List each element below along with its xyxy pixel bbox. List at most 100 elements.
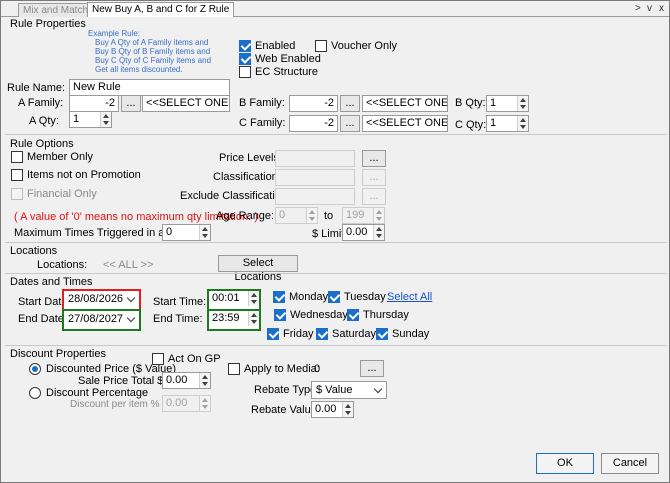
close-icon[interactable]: x bbox=[659, 3, 664, 14]
age-to-stepper[interactable]: 199 bbox=[342, 207, 385, 224]
sunday-label: Sunday bbox=[392, 328, 430, 340]
wednesday-label: Wednesday bbox=[290, 309, 348, 321]
exclude-classifications-input[interactable] bbox=[275, 188, 355, 205]
limit-stepper[interactable]: 0.00 bbox=[342, 224, 385, 241]
end-time-value: 23:59 bbox=[212, 312, 240, 324]
web-enabled-label: Web Enabled bbox=[255, 53, 321, 65]
a-qty-stepper[interactable]: 1 bbox=[69, 111, 112, 128]
ec-structure-checkbox[interactable] bbox=[239, 66, 251, 78]
select-all-link[interactable]: Select All bbox=[387, 291, 432, 303]
tuesday-checkbox[interactable] bbox=[328, 291, 340, 303]
items-not-on-promotion-checkbox[interactable] bbox=[11, 169, 23, 181]
classifications-browse-button[interactable]: ... bbox=[362, 169, 386, 186]
age-from-value: 0 bbox=[279, 209, 286, 221]
b-qty-stepper[interactable]: 1 bbox=[486, 95, 529, 112]
voucher-only-label: Voucher Only bbox=[331, 40, 398, 52]
spin-arrows-icon[interactable] bbox=[373, 225, 384, 240]
spin-arrows-icon[interactable] bbox=[199, 373, 210, 388]
b-family-browse-button[interactable]: ... bbox=[340, 95, 360, 112]
monday-checkbox[interactable] bbox=[273, 291, 285, 303]
sale-price-total-label: Sale Price Total $ bbox=[78, 375, 164, 387]
a-family-code-input[interactable]: -2 bbox=[69, 95, 119, 112]
spin-arrows-icon[interactable] bbox=[248, 311, 259, 326]
section-locations: Locations bbox=[10, 245, 58, 257]
spin-arrows-icon[interactable] bbox=[342, 402, 353, 417]
c-family-code-input[interactable]: -2 bbox=[289, 115, 338, 132]
sunday-checkbox[interactable] bbox=[376, 328, 388, 340]
monday-label: Monday bbox=[289, 291, 329, 303]
tuesday-label: Tuesday bbox=[344, 291, 386, 303]
enabled-checkbox[interactable] bbox=[239, 40, 251, 52]
max-times-stepper[interactable]: 0 bbox=[162, 224, 211, 241]
c-family-select[interactable]: <<SELECT ONE>> bbox=[362, 115, 448, 132]
chevron-down-icon[interactable] bbox=[373, 384, 383, 394]
example-rule-line: Example Rule: bbox=[88, 29, 141, 38]
financial-only-checkbox[interactable] bbox=[11, 188, 23, 200]
rebate-type-value: $ Value bbox=[316, 384, 353, 396]
web-enabled-checkbox[interactable] bbox=[239, 53, 251, 65]
classifications-input[interactable] bbox=[275, 169, 355, 186]
c-family-browse-button[interactable]: ... bbox=[340, 115, 360, 132]
sale-price-total-value: 0.00 bbox=[166, 374, 188, 386]
discount-per-item-stepper[interactable]: 0.00 bbox=[162, 395, 211, 412]
spin-arrows-icon[interactable] bbox=[199, 225, 210, 240]
cancel-button[interactable]: Cancel bbox=[601, 453, 659, 474]
chevron-down-icon[interactable] bbox=[126, 313, 136, 323]
spin-arrows-icon[interactable] bbox=[100, 112, 111, 127]
rebate-type-select[interactable]: $ Value bbox=[311, 381, 387, 399]
end-time-stepper[interactable]: 23:59 bbox=[209, 311, 259, 329]
spin-arrows-icon[interactable] bbox=[199, 396, 210, 411]
b-family-label: B Family: bbox=[239, 97, 285, 109]
tab-mix-and-match[interactable]: Mix and Match bbox=[18, 3, 94, 18]
discount-per-item-value: 0.00 bbox=[166, 397, 188, 409]
start-time-stepper[interactable]: 00:01 bbox=[209, 291, 259, 309]
section-dates-and-times: Dates and Times bbox=[10, 276, 93, 288]
example-rule-text: Example Rule: Buy A Qty of A Family item… bbox=[88, 29, 211, 74]
apply-to-media-browse-button[interactable]: ... bbox=[360, 360, 384, 377]
price-levels-label: Price Levels: bbox=[219, 152, 282, 164]
b-family-code-input[interactable]: -2 bbox=[289, 95, 338, 112]
rebate-value-label: Rebate Value bbox=[251, 404, 317, 416]
chevron-down-icon[interactable]: v bbox=[647, 3, 652, 14]
discounted-price-radio[interactable] bbox=[29, 363, 41, 375]
a-family-browse-button[interactable]: ... bbox=[121, 95, 141, 112]
friday-checkbox[interactable] bbox=[267, 328, 279, 340]
spin-arrows-icon[interactable] bbox=[517, 96, 528, 111]
member-only-checkbox[interactable] bbox=[11, 151, 23, 163]
saturday-checkbox[interactable] bbox=[316, 328, 328, 340]
age-from-stepper[interactable]: 0 bbox=[275, 207, 318, 224]
chevron-down-icon[interactable] bbox=[126, 293, 136, 303]
spin-arrows-icon[interactable] bbox=[306, 208, 317, 223]
section-rule-options: Rule Options bbox=[10, 138, 74, 150]
next-tab-icon[interactable]: > bbox=[635, 3, 641, 14]
ok-button[interactable]: OK bbox=[536, 453, 594, 474]
c-qty-stepper[interactable]: 1 bbox=[486, 115, 529, 132]
act-on-gp-label: Act On GP bbox=[168, 353, 221, 365]
end-date-picker[interactable]: 27/08/2027 bbox=[64, 311, 139, 329]
rebate-value-stepper[interactable]: 0.00 bbox=[311, 401, 354, 418]
discount-percentage-radio[interactable] bbox=[29, 387, 41, 399]
apply-to-media-checkbox[interactable] bbox=[228, 363, 240, 375]
sale-price-total-stepper[interactable]: 0.00 bbox=[162, 372, 211, 389]
price-levels-browse-button[interactable]: ... bbox=[362, 150, 386, 167]
age-to-label: to bbox=[324, 210, 334, 222]
thursday-label: Thursday bbox=[363, 309, 409, 321]
rule-name-input[interactable]: New Rule bbox=[69, 79, 230, 96]
select-locations-button[interactable]: Select Locations bbox=[218, 255, 298, 283]
spin-arrows-icon[interactable] bbox=[248, 291, 259, 306]
spin-arrows-icon[interactable] bbox=[517, 116, 528, 131]
act-on-gp-checkbox[interactable] bbox=[152, 353, 164, 365]
tab-new-rule[interactable]: New Buy A, B and C for Z Rule bbox=[87, 2, 235, 18]
a-family-select[interactable]: <<SELECT ONE>> bbox=[142, 95, 230, 112]
thursday-checkbox[interactable] bbox=[347, 309, 359, 321]
b-family-select[interactable]: <<SELECT ONE>> bbox=[362, 95, 448, 112]
example-rule-line: Buy C Qty of C Family items and bbox=[95, 56, 212, 65]
price-levels-input[interactable] bbox=[275, 150, 355, 167]
age-range-label: Age Range: bbox=[216, 210, 275, 222]
voucher-only-checkbox[interactable] bbox=[315, 40, 327, 52]
exclude-classifications-browse-button[interactable]: ... bbox=[362, 188, 386, 205]
start-date-picker[interactable]: 28/08/2026 bbox=[64, 291, 139, 309]
section-rule-properties: Rule Properties bbox=[10, 18, 86, 30]
wednesday-checkbox[interactable] bbox=[274, 309, 286, 321]
spin-arrows-icon[interactable] bbox=[373, 208, 384, 223]
